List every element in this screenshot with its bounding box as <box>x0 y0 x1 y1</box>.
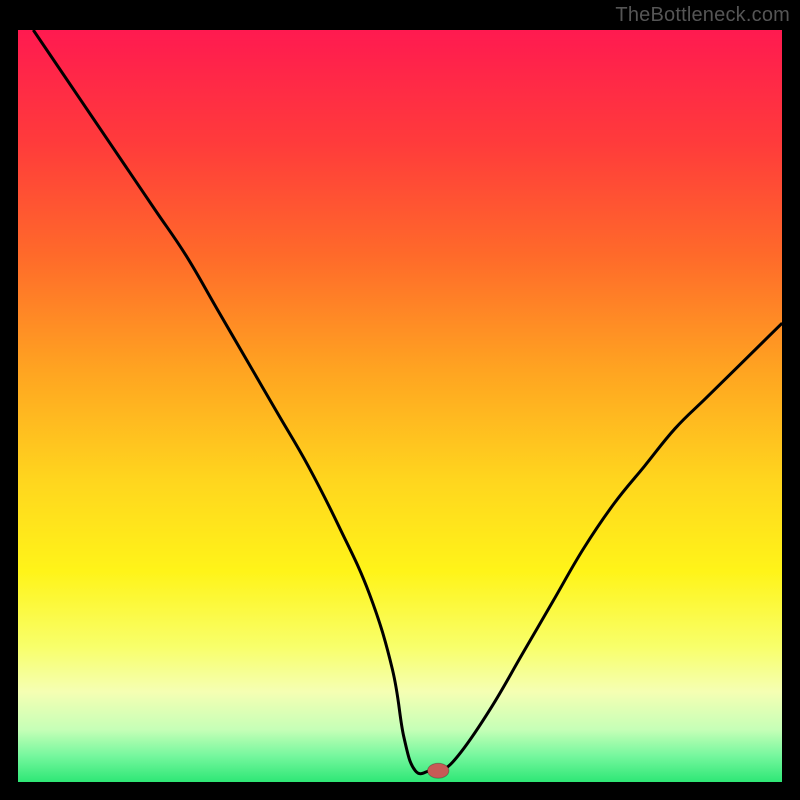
curve-marker <box>428 763 449 778</box>
bottleneck-chart <box>18 30 782 782</box>
chart-frame: TheBottleneck.com <box>0 0 800 800</box>
gradient-rect <box>18 30 782 782</box>
watermark-text: TheBottleneck.com <box>615 4 790 27</box>
